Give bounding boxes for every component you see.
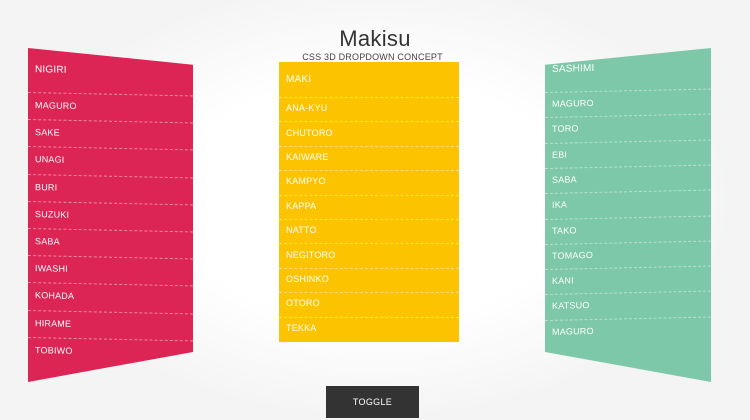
menu-header-label: SASHIMI: [552, 62, 595, 75]
menu-item[interactable]: KOHADA: [28, 282, 193, 313]
menu-item[interactable]: SUZUKI: [28, 201, 193, 232]
menu-item-label: HIRAME: [35, 317, 72, 329]
menu-item[interactable]: NATTO: [279, 219, 459, 243]
menu-item-label: KATSUO: [552, 300, 590, 311]
menu-divider: [279, 170, 459, 172]
menu-item-label: TORO: [552, 123, 579, 134]
menu-item[interactable]: BURI: [28, 174, 193, 205]
menu-divider: [279, 97, 459, 98]
sashimi-menu-panel: SASHIMI MAGURO TORO EBI SABA IKA TAKO TO…: [545, 48, 711, 382]
menu-item[interactable]: TEKKA: [279, 317, 459, 341]
menu-item-label: TAKO: [552, 224, 577, 235]
menu-item[interactable]: IKA: [545, 190, 711, 219]
menu-item-label: NEGITORO: [286, 249, 336, 260]
menu-item[interactable]: KAIWARE: [279, 146, 459, 170]
menu-item-label: SABA: [552, 173, 577, 185]
menu-item-label: KAMPYO: [286, 176, 326, 187]
menu-item-label: EBI: [552, 148, 568, 160]
menu-item[interactable]: HIRAME: [28, 310, 193, 341]
menu-item-label: MAGURO: [35, 99, 77, 111]
menu-item[interactable]: SABA: [28, 228, 193, 259]
menu-divider: [279, 292, 459, 294]
menu-item-label: SAKE: [35, 126, 60, 138]
menu-item[interactable]: UNAGI: [28, 146, 193, 177]
nigiri-menu-panel: NIGIRI MAGURO SAKE UNAGI BURI SUZUKI SAB…: [28, 48, 193, 382]
menu-item-label: SABA: [35, 235, 60, 247]
menu-item-label: TOMAGO: [552, 249, 594, 261]
menu-item[interactable]: MAGURO: [545, 316, 711, 345]
page-title: Makisu: [339, 26, 411, 51]
menu-item-label: IWASHI: [35, 262, 68, 274]
menu-item-label: NATTO: [286, 225, 317, 236]
menu-item[interactable]: TOBIWO: [28, 337, 193, 368]
menu-divider: [279, 145, 459, 147]
menu-item-label: BURI: [35, 181, 58, 192]
menu-divider: [279, 121, 459, 123]
maki-menu-header[interactable]: MAKI: [279, 62, 459, 97]
menu-item[interactable]: KAMPYO: [279, 170, 459, 194]
menu-item-label: MAGURO: [552, 97, 594, 109]
menu-divider: [279, 219, 459, 220]
menu-item[interactable]: NEGITORO: [279, 243, 459, 267]
toggle-button[interactable]: TOGGLE: [326, 386, 419, 418]
menu-item[interactable]: ANA-KYU: [279, 97, 459, 121]
menu-divider: [279, 267, 459, 269]
menu-item[interactable]: SAKE: [28, 119, 193, 150]
menu-item-label: SUZUKI: [35, 208, 70, 220]
menu-divider: [279, 194, 459, 196]
menu-item[interactable]: OSHINKO: [279, 268, 459, 292]
menu-item-label: MAGURO: [552, 325, 594, 337]
menu-header-label: NIGIRI: [35, 64, 67, 76]
menu-item[interactable]: OTORO: [279, 292, 459, 316]
menu-item-label: TOBIWO: [35, 344, 73, 356]
menu-item-label: KAIWARE: [286, 151, 329, 162]
menu-item-label: IKA: [552, 199, 568, 210]
menu-item-label: KANI: [552, 275, 574, 286]
menu-item-label: KOHADA: [35, 290, 75, 301]
menu-item-label: OSHINKO: [286, 273, 329, 284]
menu-item[interactable]: MAGURO: [28, 92, 193, 123]
menu-item-label: TEKKA: [286, 322, 317, 333]
menu-divider: [279, 243, 459, 245]
menu-item[interactable]: SABA: [545, 164, 711, 193]
menu-item[interactable]: TOMAGO: [545, 240, 711, 269]
menu-item-label: OTORO: [286, 298, 320, 309]
menu-item-label: KAPPA: [286, 200, 317, 211]
menu-item[interactable]: CHUTORO: [279, 121, 459, 145]
menu-item[interactable]: KATSUO: [545, 291, 711, 320]
menu-header-label: MAKI: [286, 73, 312, 85]
menu-item-label: UNAGI: [35, 154, 65, 165]
menu-divider: [279, 316, 459, 318]
menu-item-label: ANA-KYU: [286, 103, 328, 114]
menu-item-label: CHUTORO: [286, 127, 333, 138]
maki-menu-panel: MAKI ANA-KYU CHUTORO KAIWARE KAMPYO KAPP…: [279, 62, 459, 342]
menu-item[interactable]: IWASHI: [28, 255, 193, 286]
menu-item[interactable]: MAGURO: [545, 89, 711, 118]
menu-item[interactable]: TORO: [545, 114, 711, 143]
menu-item[interactable]: KAPPA: [279, 195, 459, 219]
